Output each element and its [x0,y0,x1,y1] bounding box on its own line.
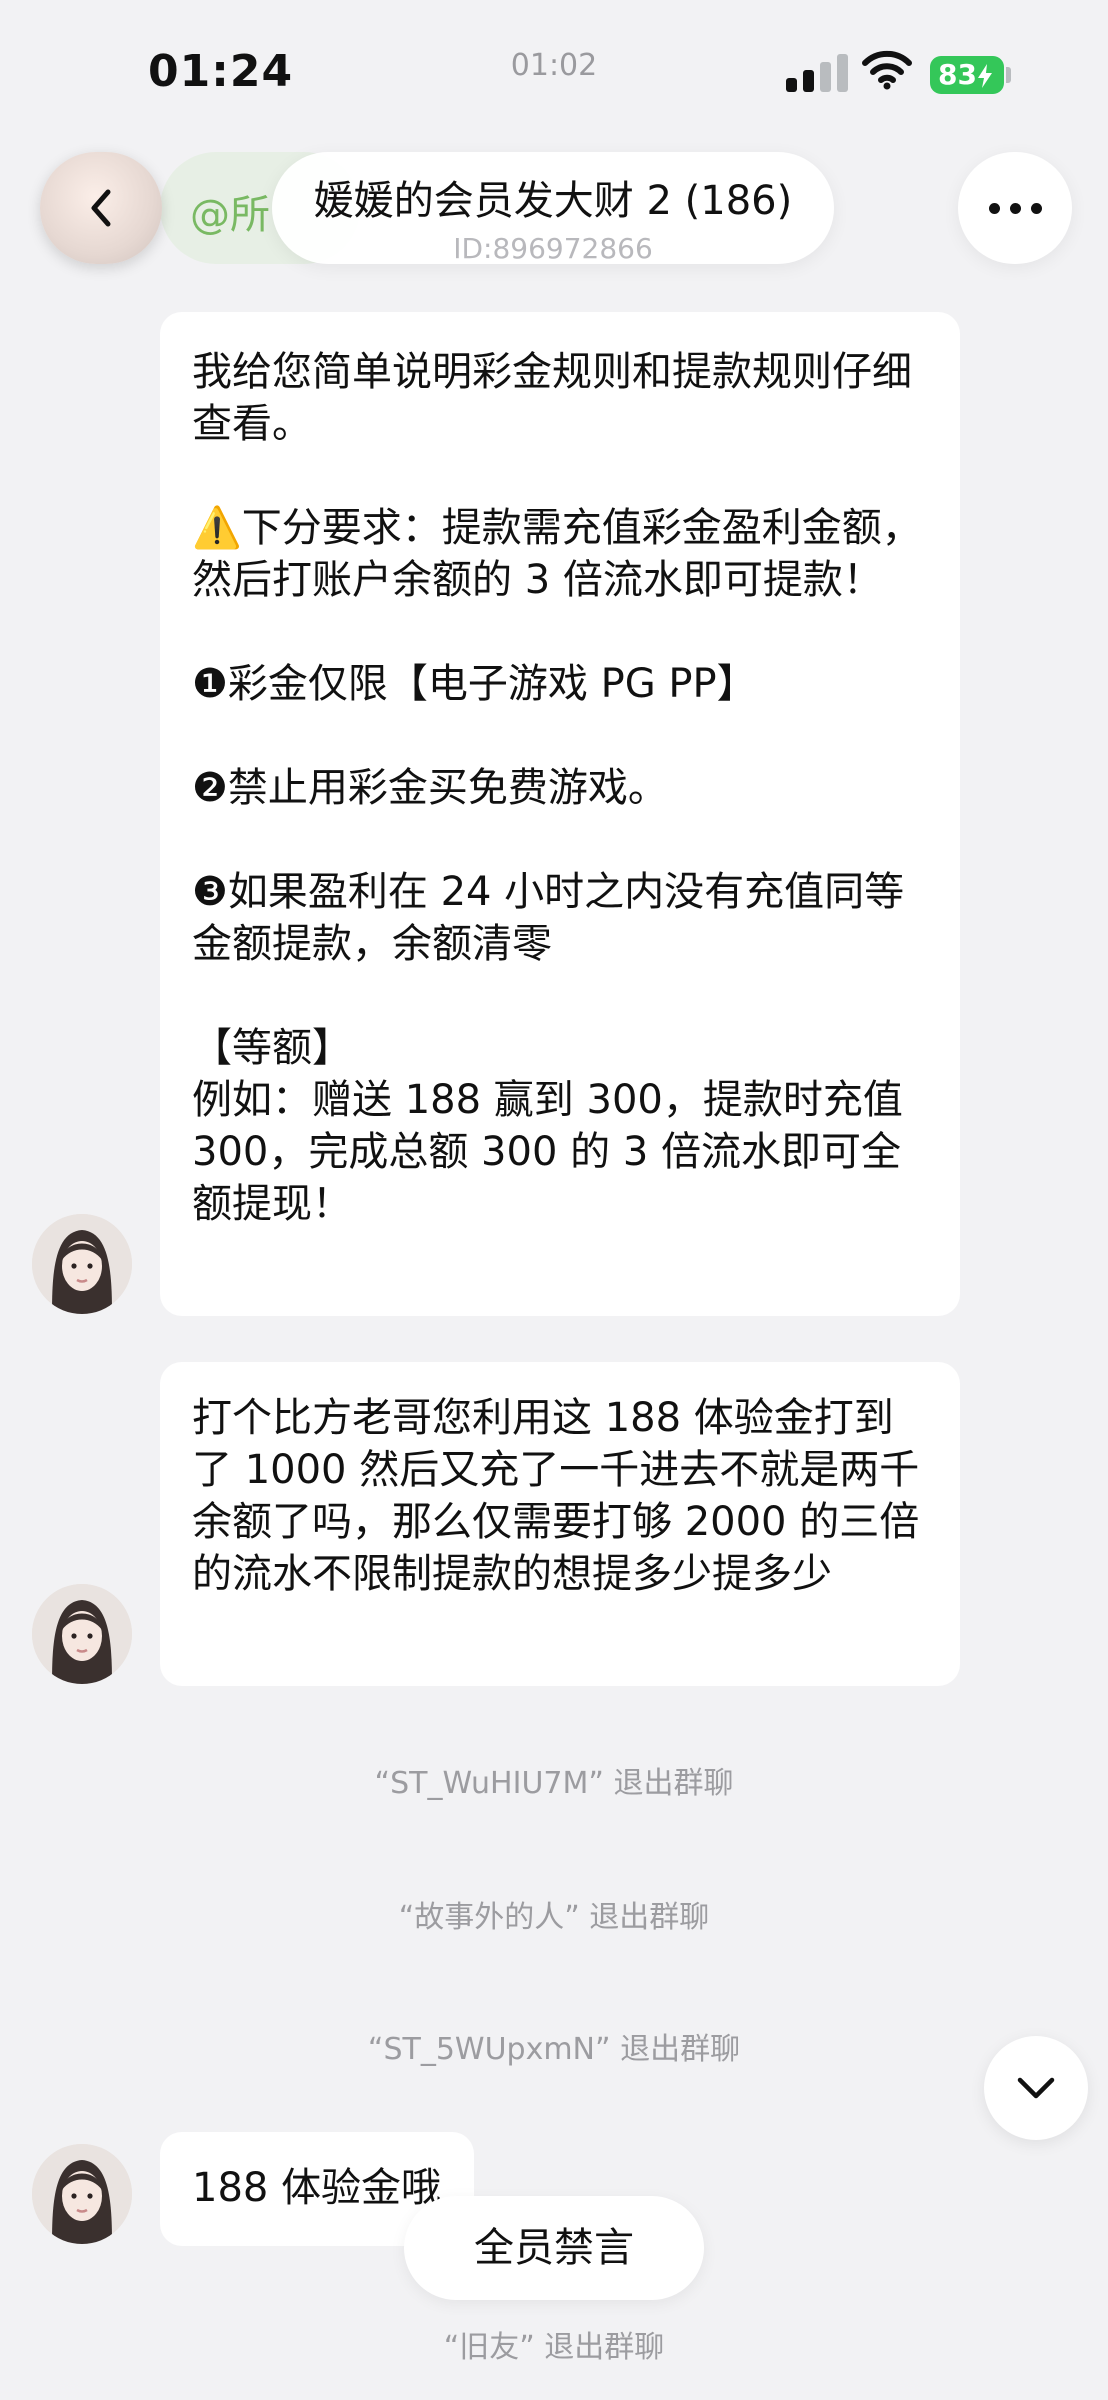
avatar-photo [32,2144,132,2244]
scroll-to-bottom-button[interactable] [984,2036,1088,2140]
battery-level: 83 [938,58,977,91]
message-bubble: 打个比方老哥您利用这 188 体验金打到了 1000 然后又充了一千进去不就是两… [160,1362,960,1686]
avatar-photo [32,1584,132,1684]
system-message: “旧友” 退出群聊 [443,2330,665,2365]
avatar[interactable] [32,1584,132,1684]
battery-tip [1006,67,1011,83]
charging-bolt-icon [977,64,992,88]
signal-icon [786,52,848,92]
chevron-down-icon [1017,2077,1055,2099]
chat-title-pill[interactable]: 媛媛的会员发大财 2 (186) ID:896972866 [272,152,834,265]
avatar[interactable] [32,1214,132,1314]
more-options-button[interactable] [958,152,1072,264]
back-button[interactable] [40,152,162,264]
avatar[interactable] [32,2144,132,2244]
pinned-mention-text: @所 [190,192,270,238]
system-message: “故事外的人” 退出群聊 [398,1900,710,1935]
chat-title: 媛媛的会员发大财 2 (186) [313,178,793,224]
message-bubble: 我给您简单说明彩金规则和提款规则仔细查看。 ⚠️下分要求：提款需充值彩金盈利金额… [160,312,960,1316]
group-id: ID:896972866 [453,232,653,265]
more-dot-icon [1030,202,1042,214]
wifi-icon [862,50,912,90]
system-message: “ST_WuHIU7M” 退出群聊 [374,1766,734,1801]
system-message: “ST_5WUpxmN” 退出群聊 [367,2032,741,2067]
more-dot-icon [988,202,1000,214]
chevron-left-icon [91,189,111,227]
battery-indicator: 83 [930,56,1004,94]
mute-all-notice: 全员禁言 [404,2196,704,2300]
avatar-photo [32,1214,132,1314]
more-dot-icon [1009,202,1021,214]
